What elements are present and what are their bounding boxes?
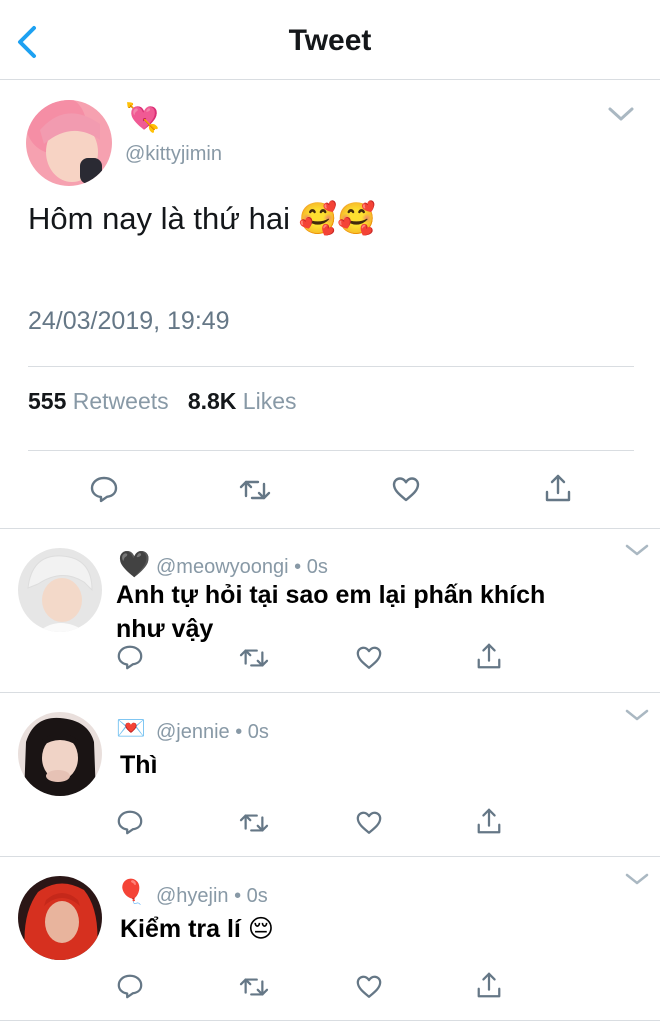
reply-text: Anh tự hỏi tại sao em lại phấn khích như…: [116, 581, 546, 643]
share-icon[interactable]: [475, 641, 503, 671]
tweet-timestamp: 24/03/2019, 19:49: [28, 307, 230, 335]
retweets-label[interactable]: Retweets: [73, 388, 169, 414]
reply-icon[interactable]: [116, 808, 144, 836]
reply-emoji: 💌: [116, 715, 146, 742]
avatar[interactable]: [18, 548, 102, 632]
reply-icon[interactable]: [89, 474, 119, 504]
chevron-down-icon[interactable]: [624, 542, 650, 558]
like-heart-icon[interactable]: [391, 475, 421, 503]
reply-emoji: 🎈: [116, 879, 146, 906]
tweet-handle[interactable]: @kittyjimin: [125, 143, 222, 166]
divider: [28, 450, 634, 451]
divider: [0, 528, 660, 529]
retweet-icon[interactable]: [238, 476, 272, 504]
likes-label[interactable]: Likes: [243, 388, 297, 414]
retweet-icon[interactable]: [238, 974, 270, 1000]
like-heart-icon[interactable]: [355, 644, 383, 671]
retweets-count[interactable]: 555: [28, 388, 66, 414]
tweet-stats: 555 Retweets 8.8K Likes: [28, 388, 297, 415]
chevron-down-icon[interactable]: [624, 707, 650, 723]
share-icon[interactable]: [475, 970, 503, 1000]
retweet-icon[interactable]: [238, 645, 270, 671]
divider: [0, 692, 660, 693]
tweet-text: Hôm nay là thứ hai 🥰🥰: [28, 201, 376, 236]
reply-handle[interactable]: @jennie • 0s: [156, 721, 269, 744]
top-bar: Tweet: [0, 0, 660, 80]
share-icon[interactable]: [543, 472, 573, 504]
reply-text: Thì: [120, 751, 158, 779]
divider: [28, 366, 634, 367]
reply-icon[interactable]: [116, 972, 144, 1000]
avatar[interactable]: [18, 712, 102, 796]
page-title: Tweet: [288, 24, 372, 57]
like-heart-icon[interactable]: [355, 809, 383, 836]
share-icon[interactable]: [475, 806, 503, 836]
reply-icon[interactable]: [116, 643, 144, 671]
reply-text: Kiểm tra lí 😔: [120, 915, 274, 943]
reply-handle[interactable]: @meowyoongi • 0s: [156, 556, 328, 579]
avatar[interactable]: [26, 100, 112, 186]
chevron-down-icon[interactable]: [624, 871, 650, 887]
chevron-down-icon[interactable]: [606, 104, 636, 124]
like-heart-icon[interactable]: [355, 973, 383, 1000]
likes-count[interactable]: 8.8K: [188, 388, 237, 414]
divider: [0, 1020, 660, 1021]
reply-emoji: 🖤: [118, 549, 151, 579]
name-emoji: 💘: [125, 102, 160, 133]
avatar[interactable]: [18, 876, 102, 960]
divider: [0, 856, 660, 857]
retweet-icon[interactable]: [238, 810, 270, 836]
reply-handle[interactable]: @hyejin • 0s: [156, 885, 268, 908]
